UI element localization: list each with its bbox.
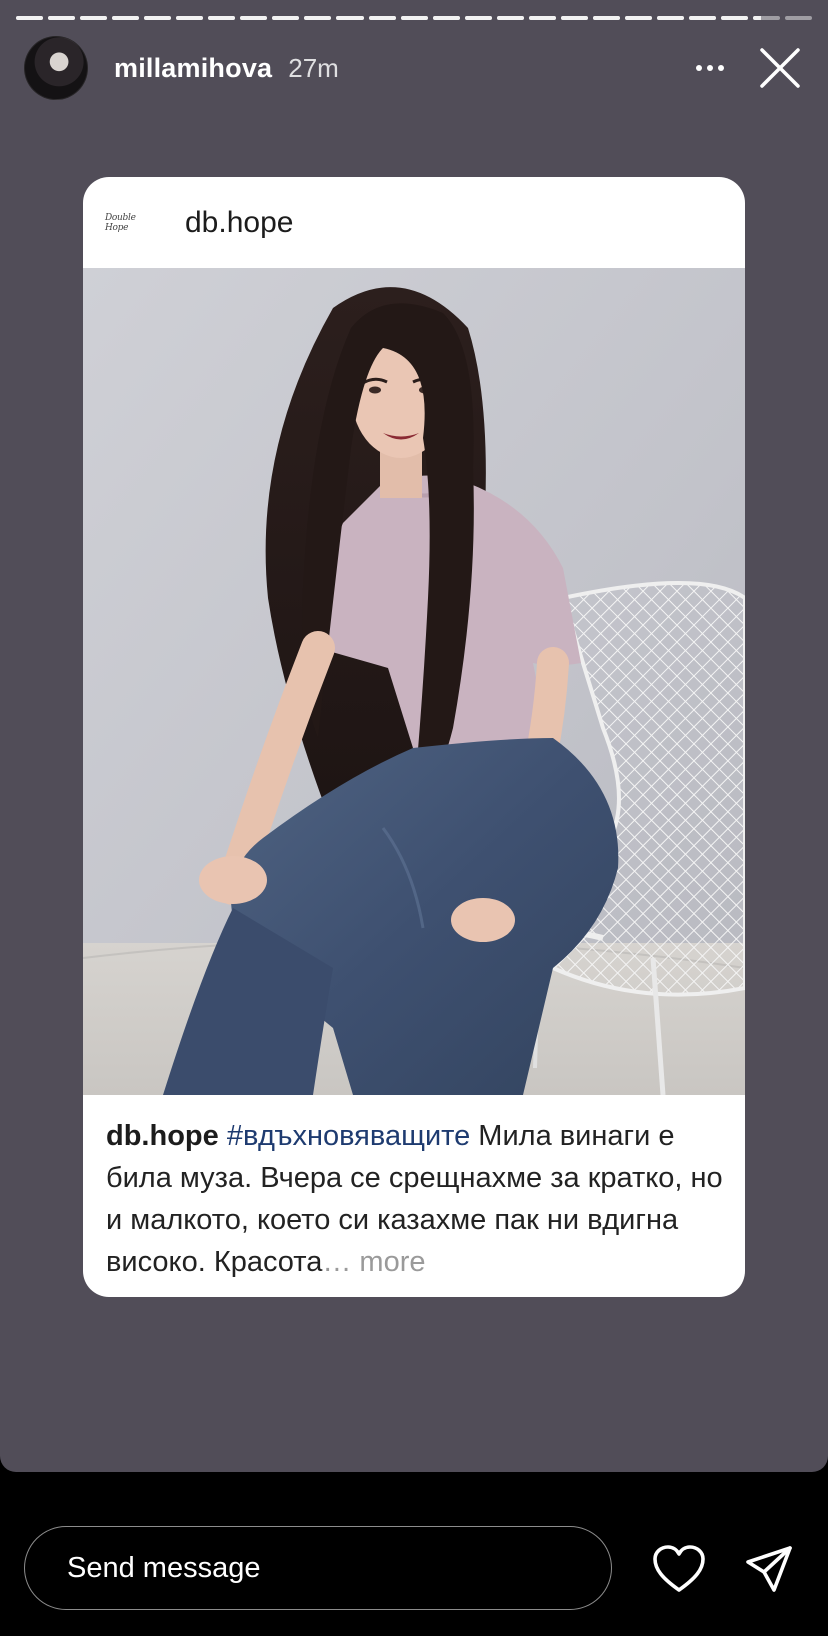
story-progress-bar [16,16,813,20]
story-progress-segment [592,16,620,20]
shared-post-author[interactable]: db.hope [185,206,293,240]
story-progress-segment [144,16,172,20]
story-progress-fill [528,16,556,20]
caption-author[interactable]: db.hope [106,1120,219,1152]
story-progress-segment [560,16,588,20]
story-progress-fill [592,16,620,20]
story-progress-fill [240,16,268,20]
story-progress-fill [304,16,332,20]
more-dots-icon [696,65,702,71]
post-photo[interactable] [83,268,745,1095]
story-progress-segment [656,16,684,20]
story-viewer[interactable]: millamihova 27m Double Hope db.hope db.h… [0,0,828,1472]
story-progress-fill [208,16,236,20]
story-progress-fill [496,16,524,20]
story-progress-fill [753,16,762,20]
story-progress-segment [721,16,749,20]
close-icon [760,48,800,88]
story-progress-fill [624,16,652,20]
story-progress-fill [336,16,364,20]
story-progress-fill [464,16,492,20]
story-progress-fill [656,16,684,20]
story-progress-segment [785,16,813,20]
story-progress-segment [112,16,140,20]
story-progress-segment [336,16,364,20]
more-options-button[interactable] [682,40,738,96]
story-progress-segment [304,16,332,20]
story-progress-segment [753,16,781,20]
story-progress-segment [16,16,44,20]
story-progress-fill [272,16,300,20]
story-progress-fill [48,16,76,20]
story-footer: Send message [0,1472,828,1636]
shared-post-header: Double Hope db.hope [83,177,745,268]
paper-plane-icon [746,1546,792,1592]
post-caption[interactable]: db.hope #вдъхновяващите Мила винаги е би… [83,1095,745,1297]
like-button[interactable] [652,1544,706,1594]
send-button[interactable] [744,1544,794,1594]
avatar[interactable] [24,36,88,100]
story-progress-segment [240,16,268,20]
story-progress-segment [496,16,524,20]
story-progress-segment [80,16,108,20]
story-progress-fill [144,16,172,20]
story-progress-fill [400,16,428,20]
caption-hashtag[interactable]: #вдъхновяващите [227,1120,470,1152]
story-progress-fill [368,16,396,20]
story-progress-segment [176,16,204,20]
story-progress-segment [432,16,460,20]
story-progress-fill [688,16,717,20]
caption-more-link[interactable]: more [351,1246,425,1278]
story-progress-segment [368,16,396,20]
story-header: millamihova 27m [24,36,808,100]
story-timestamp: 27m [288,52,339,83]
close-button[interactable] [752,40,808,96]
story-username[interactable]: millamihova [114,53,272,84]
story-progress-segment [688,16,717,20]
send-message-placeholder: Send message [67,1551,261,1584]
story-progress-segment [272,16,300,20]
send-message-input[interactable]: Send message [24,1526,612,1610]
story-progress-segment [400,16,428,20]
story-progress-segment [48,16,76,20]
shared-post-card[interactable]: Double Hope db.hope db.hope #вдъхновяващ… [83,177,745,1297]
story-progress-fill [432,16,460,20]
story-progress-fill [112,16,140,20]
story-progress-segment [208,16,236,20]
caption-ellipsis: … [322,1246,352,1278]
heart-icon [653,1545,705,1592]
story-progress-segment [624,16,652,20]
story-progress-fill [176,16,204,20]
story-progress-fill [560,16,588,20]
story-progress-fill [80,16,108,20]
story-progress-fill [721,16,749,20]
story-progress-segment [528,16,556,20]
story-progress-fill [16,16,44,20]
brand-logo: Double Hope [105,212,136,233]
story-progress-segment [464,16,492,20]
